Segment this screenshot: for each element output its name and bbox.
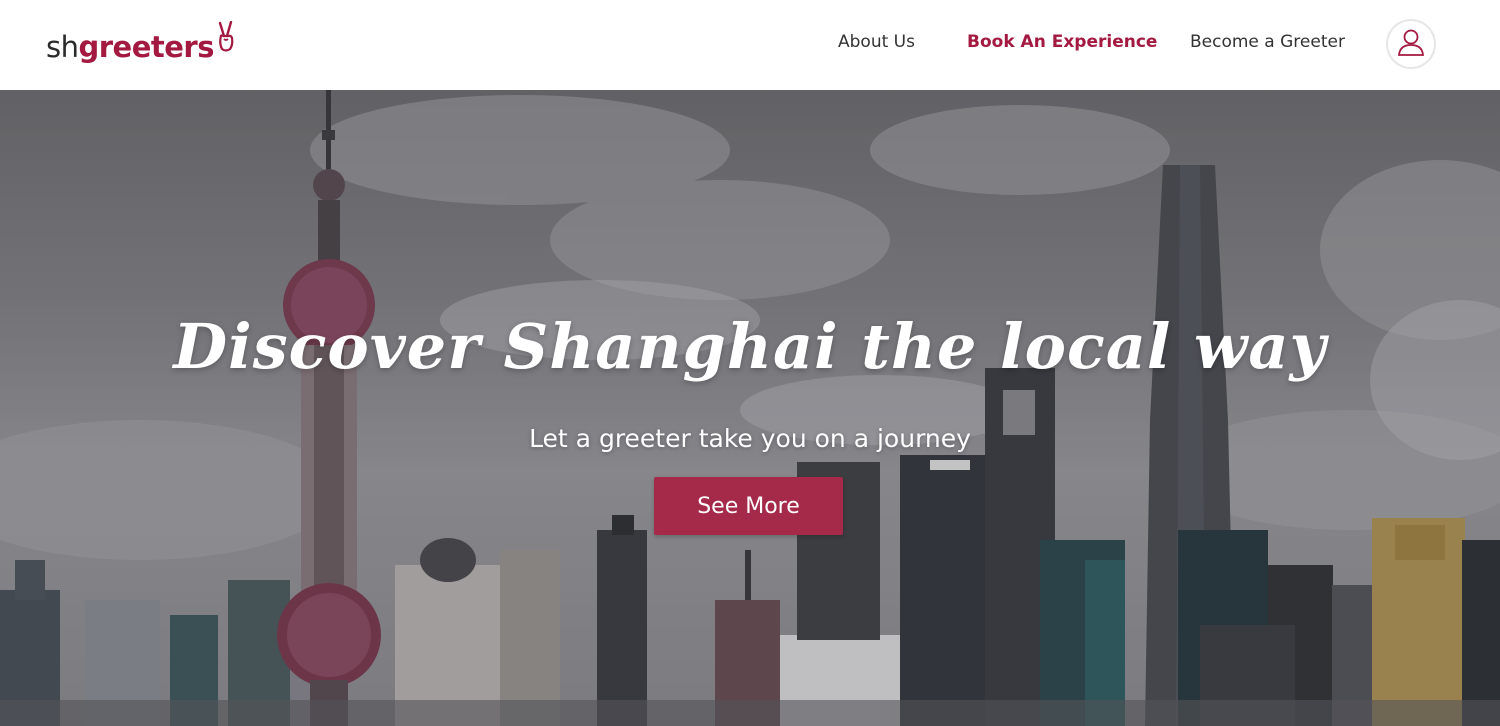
nav-become-a-greeter[interactable]: Become a Greeter [1190,32,1345,52]
user-icon [1396,27,1426,61]
hero-title: Discover Shanghai the local way [173,310,1327,383]
hero-subtitle: Let a greeter take you on a journey [529,424,971,453]
nav-book-an-experience[interactable]: Book An Experience [967,32,1157,52]
hero-overlay [0,90,1500,726]
nav-about-us[interactable]: About Us [838,32,915,52]
navbar: sh greeters About Us Book An Experience B… [0,0,1500,90]
brand-prefix: sh [46,30,79,64]
brand-logo[interactable]: sh greeters [46,20,236,64]
peace-hand-icon [216,20,236,60]
profile-button[interactable] [1388,21,1434,67]
hero-section: Discover Shanghai the local way Let a gr… [0,90,1500,726]
brand-name: greeters [78,30,215,64]
see-more-button[interactable]: See More [654,477,843,535]
